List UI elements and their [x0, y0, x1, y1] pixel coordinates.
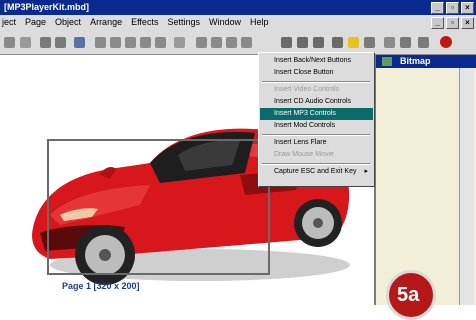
stop-sign-icon[interactable]: [440, 36, 452, 48]
menu-bar: ject Page Object Arrange Effects Setting…: [0, 15, 476, 30]
undo-icon[interactable]: [40, 37, 51, 48]
insert-context-menu: Insert Back/Next Buttons Insert Close Bu…: [258, 52, 375, 187]
align-icon[interactable]: [140, 37, 151, 48]
menu-arrange[interactable]: Arrange: [90, 15, 122, 30]
record-icon[interactable]: [281, 37, 292, 48]
step-badge: 5a: [386, 270, 436, 320]
title-bar: [MP3PlayerKit.mbd] _ ▫ ×: [0, 0, 476, 15]
menu-settings[interactable]: Settings: [167, 15, 200, 30]
export-icon[interactable]: [418, 37, 429, 48]
line-icon[interactable]: [241, 37, 252, 48]
doc-maximize-icon[interactable]: ▫: [446, 17, 459, 29]
window-title: [MP3PlayerKit.mbd]: [4, 2, 90, 12]
menu-item-lens-flare[interactable]: Insert Lens Flare: [260, 137, 373, 149]
doc-close-icon[interactable]: ×: [461, 17, 474, 29]
panel-title: Bitmap: [400, 56, 431, 66]
menu-item-video-controls: Insert Video Controls: [274, 86, 340, 93]
menu-item-capture-esc-label: Capture ESC and Exit Key: [274, 168, 357, 175]
step-badge-label: 5a: [397, 284, 420, 306]
menu-item-back-next[interactable]: Insert Back/Next Buttons: [260, 55, 373, 67]
menu-separator: [262, 81, 370, 83]
print-icon[interactable]: [4, 37, 15, 48]
copy-icon[interactable]: [20, 37, 31, 48]
menu-item-mod-controls[interactable]: Insert Mod Controls: [260, 120, 373, 132]
redo-icon[interactable]: [55, 37, 66, 48]
menu-separator: [262, 134, 370, 136]
submenu-arrow-icon: ▸: [364, 168, 368, 175]
menu-item-mouse-movie: Draw Mouse Movie: [274, 151, 334, 158]
minimize-icon[interactable]: _: [431, 2, 444, 14]
rect-icon[interactable]: [174, 37, 185, 48]
layout-icon[interactable]: [110, 37, 121, 48]
text-icon[interactable]: [211, 37, 222, 48]
menu-item-mp3-controls[interactable]: Insert MP3 Controls: [260, 108, 373, 120]
lightbulb-icon[interactable]: [348, 37, 359, 48]
menu-page[interactable]: Page: [25, 15, 46, 30]
toolbar: [0, 30, 476, 55]
menu-object[interactable]: Object: [55, 15, 81, 30]
page-size-label: Page 1 [320 x 200]: [62, 281, 140, 291]
menu-help[interactable]: Help: [250, 15, 269, 30]
menu-effects[interactable]: Effects: [131, 15, 158, 30]
panel-header: Bitmap: [376, 55, 476, 68]
page-frame: [47, 139, 270, 275]
publish-icon[interactable]: [400, 37, 411, 48]
maximize-icon[interactable]: ▫: [446, 2, 459, 14]
menu-object-partial[interactable]: ject: [2, 15, 16, 30]
menu-item-cd-audio[interactable]: Insert CD Audio Controls: [260, 96, 373, 108]
doc-minimize-icon[interactable]: _: [431, 17, 444, 29]
sound-icon[interactable]: [313, 37, 324, 48]
table-icon[interactable]: [155, 37, 166, 48]
close-icon[interactable]: ×: [461, 2, 474, 14]
wand-icon[interactable]: [332, 37, 343, 48]
fill-icon[interactable]: [196, 37, 207, 48]
menu-item-capture-esc[interactable]: Capture ESC and Exit Key ▸: [260, 166, 373, 178]
grid-icon[interactable]: [95, 37, 106, 48]
menu-separator: [262, 163, 370, 165]
binoculars-icon[interactable]: [74, 37, 85, 48]
preview-icon[interactable]: [384, 37, 395, 48]
menu-window[interactable]: Window: [209, 15, 241, 30]
menu-item-close-button[interactable]: Insert Close Button: [260, 67, 373, 79]
pointer-icon[interactable]: [364, 37, 375, 48]
bitmap-icon: [382, 57, 392, 66]
frame-icon[interactable]: [125, 37, 136, 48]
stop-icon[interactable]: [297, 37, 308, 48]
shape-icon[interactable]: [226, 37, 237, 48]
panel-scrollbar[interactable]: [459, 68, 474, 305]
